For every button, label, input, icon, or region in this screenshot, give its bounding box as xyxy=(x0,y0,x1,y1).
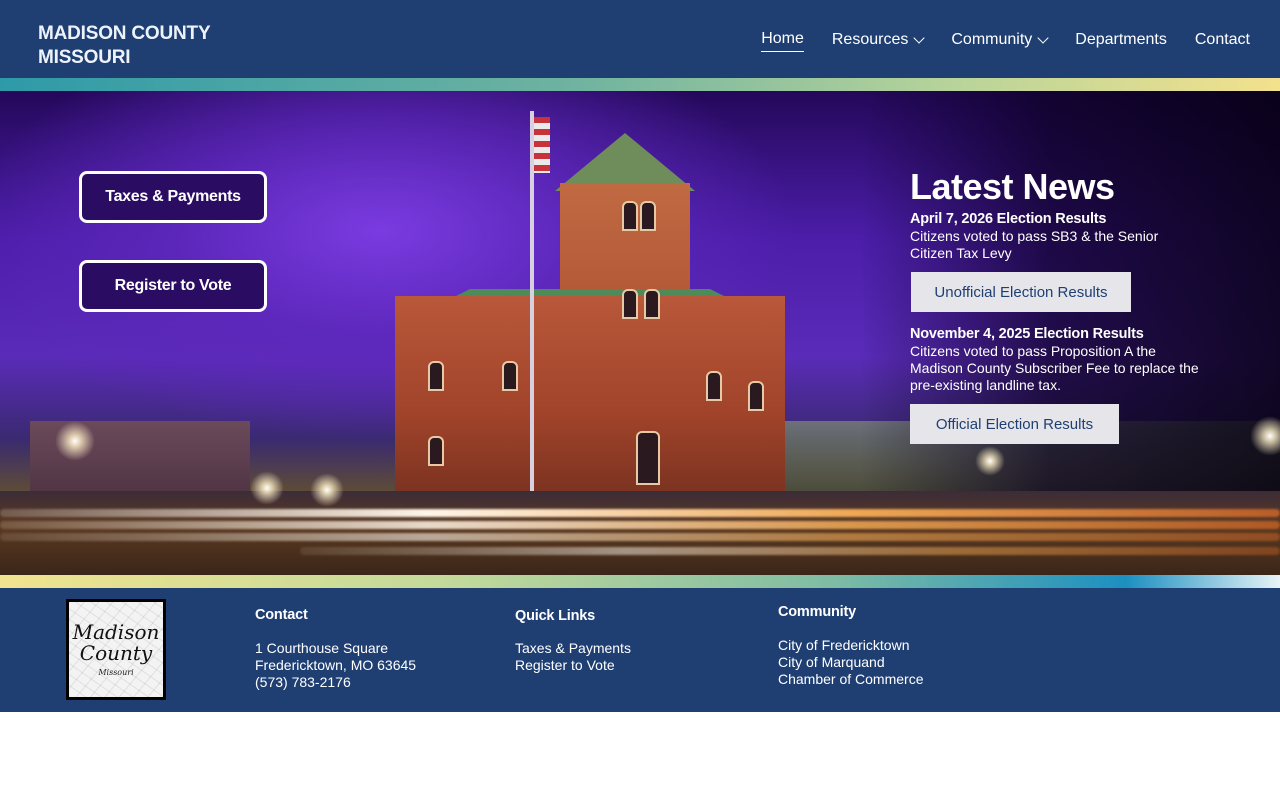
footer-contact-heading: Contact xyxy=(255,607,308,623)
site-footer: Madison County Missouri Contact 1 Courth… xyxy=(0,588,1280,712)
nav-community[interactable]: Community xyxy=(951,28,1049,52)
light-streak xyxy=(300,547,1280,555)
hero-banner: Taxes & Payments Register to Vote Latest… xyxy=(0,91,1280,575)
street-light xyxy=(55,421,95,461)
nav-home-label: Home xyxy=(761,28,804,52)
footer-city-line: Fredericktown, MO 63645 xyxy=(255,657,417,673)
window xyxy=(644,289,660,319)
seal-script-text: Madison County xyxy=(69,622,163,664)
footer-contact-column: Contact 1 Courthouse Square Fredericktow… xyxy=(255,606,416,691)
window xyxy=(706,371,722,401)
news-item-text: Citizens voted to pass SB3 & the Senior … xyxy=(910,228,1159,261)
footer-divider-stripe xyxy=(0,575,1280,588)
register-to-vote-label: Register to Vote xyxy=(114,277,232,294)
nav-resources-label: Resources xyxy=(831,31,909,48)
light-streak xyxy=(0,521,1280,529)
site-header: MADISON COUNTY MISSOURI Home Resources C… xyxy=(0,0,1280,78)
street-light xyxy=(250,471,284,505)
taxes-payments-button[interactable]: Taxes & Payments xyxy=(79,171,267,223)
seal-subtext: Missouri xyxy=(98,668,134,677)
footer-link-fredericktown[interactable]: City of Fredericktown xyxy=(778,637,924,654)
light-streak xyxy=(0,509,1280,517)
register-to-vote-button[interactable]: Register to Vote xyxy=(79,260,267,312)
courthouse-building xyxy=(395,296,785,496)
official-election-results-button[interactable]: Official Election Results xyxy=(910,404,1119,444)
main-nav: Home Resources Community Departments Con… xyxy=(733,28,1250,52)
site-logo[interactable]: MADISON COUNTY MISSOURI xyxy=(38,22,211,70)
street-light xyxy=(975,446,1005,476)
footer-link-marquand[interactable]: City of Marquand xyxy=(778,654,924,671)
news-item-text: Citizens voted to pass Proposition A the… xyxy=(910,343,1199,393)
logo-line-1: MADISON COUNTY xyxy=(38,23,211,44)
window xyxy=(502,361,518,391)
footer-community-column: Community City of Fredericktown City of … xyxy=(778,603,924,688)
nav-departments-label: Departments xyxy=(1075,31,1167,48)
footer-quick-links-column: Quick Links Taxes & Payments Register to… xyxy=(515,607,631,674)
chevron-down-icon xyxy=(913,32,926,44)
footer-address-line: 1 Courthouse Square xyxy=(255,640,389,656)
window xyxy=(748,381,764,411)
latest-news-heading: Latest News xyxy=(910,166,1115,207)
nav-departments[interactable]: Departments xyxy=(1075,28,1167,52)
nav-home[interactable]: Home xyxy=(761,28,804,52)
flag-pole xyxy=(530,111,534,531)
seal-line-1: Madison xyxy=(72,620,160,644)
nav-contact[interactable]: Contact xyxy=(1195,28,1250,52)
footer-link-register-to-vote[interactable]: Register to Vote xyxy=(515,657,631,674)
window xyxy=(622,201,638,231)
courthouse-door xyxy=(636,431,660,485)
footer-quick-links-heading: Quick Links xyxy=(515,608,595,624)
footer-link-chamber[interactable]: Chamber of Commerce xyxy=(778,671,924,688)
window xyxy=(622,289,638,319)
official-election-results-label: Official Election Results xyxy=(935,415,1094,433)
footer-link-taxes-payments[interactable]: Taxes & Payments xyxy=(515,640,631,657)
chevron-down-icon xyxy=(1037,32,1049,44)
street-light xyxy=(310,473,344,507)
flag xyxy=(534,117,550,173)
seal-line-2: County xyxy=(79,641,153,665)
latest-news-panel: Latest News April 7, 2026 Election Resul… xyxy=(910,167,1210,444)
unofficial-election-results-label: Unofficial Election Results xyxy=(934,283,1108,301)
county-seal-logo[interactable]: Madison County Missouri xyxy=(66,599,166,700)
nav-contact-label: Contact xyxy=(1194,31,1250,48)
footer-community-heading: Community xyxy=(778,604,856,620)
logo-line-2: MISSOURI xyxy=(38,47,131,68)
window xyxy=(428,361,444,391)
window xyxy=(428,436,444,466)
taxes-payments-label: Taxes & Payments xyxy=(105,188,241,205)
nav-resources[interactable]: Resources xyxy=(831,28,926,52)
news-item-date: November 4, 2025 Election Results xyxy=(910,326,1144,342)
footer-phone[interactable]: (573) 783-2176 xyxy=(255,674,416,691)
nav-community-label: Community xyxy=(951,31,1033,48)
window xyxy=(640,201,656,231)
unofficial-election-results-button[interactable]: Unofficial Election Results xyxy=(911,272,1131,312)
header-divider-stripe xyxy=(0,78,1280,91)
light-streak xyxy=(0,533,1280,541)
news-item-date: April 7, 2026 Election Results xyxy=(910,211,1107,227)
